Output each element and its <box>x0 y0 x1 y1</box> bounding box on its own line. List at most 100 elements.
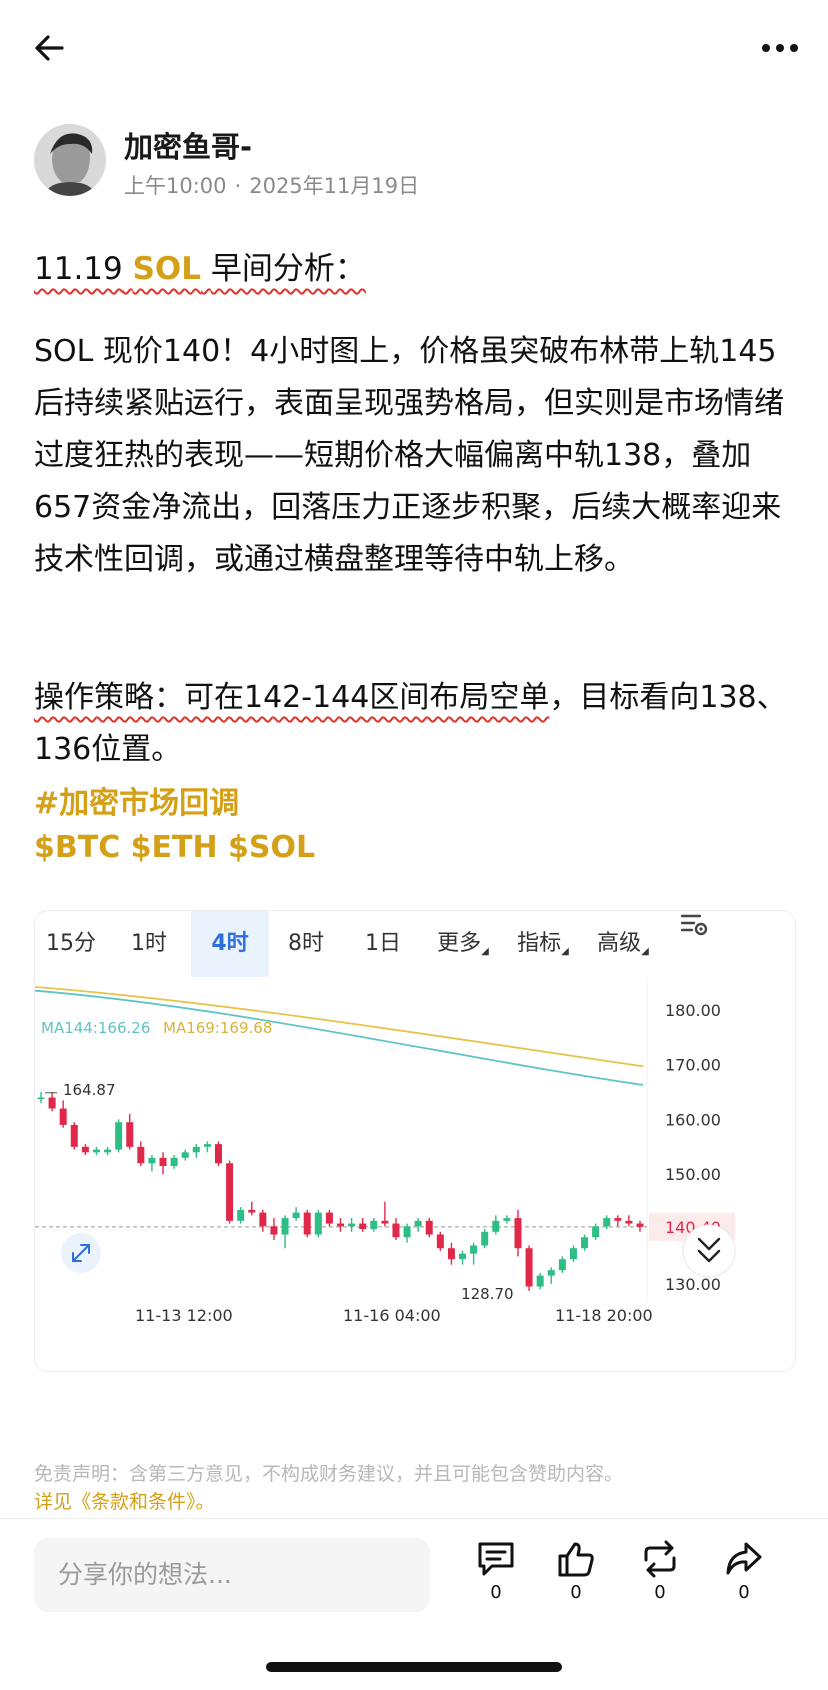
candle-body <box>392 1223 400 1238</box>
high-price-label: 164.87 <box>63 1081 116 1099</box>
post-title: 11.19 SOL 早间分析： <box>34 243 366 288</box>
candle-body <box>592 1226 600 1238</box>
candle-body <box>348 1223 356 1227</box>
candle-body <box>414 1220 422 1227</box>
thumbs-up-icon <box>558 1542 594 1577</box>
candle-body <box>459 1253 467 1260</box>
post-body: SOL 现价140！4小时图上，价格虽突破布林带上轨145后持续紧贴运行，表面呈… <box>34 334 784 577</box>
candle-body <box>337 1223 344 1227</box>
candle-body <box>159 1157 167 1167</box>
ma144-label: MA144:166.26 <box>41 1019 150 1037</box>
candle-body <box>569 1248 577 1260</box>
hashtag-link[interactable]: #加密市场回调 <box>34 778 239 822</box>
share-button[interactable]: 0 <box>714 1540 774 1603</box>
post-date: 2025年11月19日 <box>249 174 420 198</box>
candle-body <box>148 1157 156 1164</box>
candle-body <box>192 1146 200 1153</box>
author-name[interactable]: 加密鱼哥- <box>124 124 252 166</box>
comment-button[interactable]: 0 <box>466 1540 526 1603</box>
candle-body <box>237 1209 245 1221</box>
candle-body <box>447 1248 455 1260</box>
x-tick-label: 11-18 20:00 <box>555 1306 653 1325</box>
candle-body <box>325 1212 333 1224</box>
ma169-label: MA169:169.68 <box>163 1019 272 1037</box>
candle-body <box>558 1259 566 1271</box>
separator-dot: · <box>234 174 242 198</box>
candle-body <box>481 1231 489 1246</box>
candle-body <box>525 1248 533 1287</box>
share-count: 0 <box>738 1582 750 1603</box>
like-count: 0 <box>570 1582 582 1603</box>
disclaimer-text: 免责声明：含第三方意见，不构成财务建议，并且可能包含赞助内容。 <box>34 1463 624 1485</box>
candle-body <box>381 1220 389 1224</box>
candle-body <box>492 1220 500 1232</box>
home-indicator <box>266 1662 562 1672</box>
ma144-line <box>35 989 644 1086</box>
candle-body <box>436 1234 444 1249</box>
y-tick-label: 150.00 <box>665 1165 721 1184</box>
candle-body <box>81 1146 89 1153</box>
candle-body <box>314 1212 322 1235</box>
candle-body <box>214 1144 222 1164</box>
candle-body <box>59 1108 67 1125</box>
candle-body <box>514 1218 522 1249</box>
post-timestamp: 上午10:00 · 2025年11月19日 <box>124 170 419 200</box>
y-tick-label: 130.00 <box>665 1275 721 1294</box>
repost-count: 0 <box>654 1582 666 1603</box>
more-options-icon[interactable] <box>758 28 802 68</box>
strategy-underlined: 操作策略：可在142-144区间布局空单 <box>34 680 550 715</box>
candle-body <box>270 1226 278 1235</box>
candle-body <box>359 1223 367 1230</box>
candle-body <box>70 1124 78 1147</box>
x-tick-label: 11-16 04:00 <box>343 1306 441 1325</box>
disclaimer: 免责声明：含第三方意见，不构成财务建议，并且可能包含赞助内容。 详见《条款和条件》… <box>34 1460 804 1516</box>
title-suffix: 早间分析： <box>210 251 366 287</box>
x-tick-label: 11-13 12:00 <box>135 1306 233 1325</box>
candle-body <box>259 1212 267 1227</box>
share-icon <box>726 1542 762 1575</box>
candle-body <box>470 1245 478 1254</box>
candle-body <box>248 1209 256 1213</box>
candle-body <box>614 1218 622 1221</box>
candle-body <box>425 1220 433 1235</box>
candle-body <box>370 1220 378 1230</box>
terms-link[interactable]: 详见《条款和条件》。 <box>34 1491 215 1513</box>
candle-body <box>303 1212 311 1235</box>
candle-body <box>48 1097 56 1109</box>
post-time: 上午10:00 <box>124 174 227 198</box>
candle-body <box>547 1270 555 1276</box>
comment-icon <box>478 1542 514 1576</box>
avatar[interactable] <box>34 124 106 196</box>
post-title-underlined: 11.19 SOL 早间分析： <box>34 251 366 287</box>
title-date: 11.19 <box>34 251 123 287</box>
y-tick-label: 180.00 <box>665 1001 721 1020</box>
low-price-label: 128.70 <box>461 1285 514 1303</box>
candle-body <box>226 1163 234 1221</box>
candle-body <box>281 1218 289 1235</box>
ticker-links[interactable]: $BTC $ETH $SOL <box>34 830 315 865</box>
y-tick-label: 160.00 <box>665 1110 721 1129</box>
candle-body <box>115 1122 123 1150</box>
comment-count: 0 <box>490 1582 502 1603</box>
candle-body <box>403 1226 411 1238</box>
candle-body <box>170 1157 178 1167</box>
repost-button[interactable]: 0 <box>630 1540 690 1603</box>
candle-body <box>503 1218 511 1221</box>
back-arrow-icon[interactable] <box>30 28 70 68</box>
double-chevron-down-icon[interactable] <box>682 1224 736 1278</box>
title-coin: SOL <box>132 251 202 287</box>
candle-body <box>625 1220 633 1224</box>
candle-body <box>581 1237 589 1249</box>
candle-body <box>37 1097 45 1100</box>
comment-input[interactable]: 分享你的想法... <box>34 1538 430 1612</box>
like-button[interactable]: 0 <box>546 1540 606 1603</box>
candle-body <box>92 1149 100 1153</box>
post-strategy: 操作策略：可在142-144区间布局空单，目标看向138、136位置。 <box>34 672 804 776</box>
y-tick-label: 170.00 <box>665 1056 721 1075</box>
candle-body <box>181 1152 189 1158</box>
candlestick-chart[interactable]: MA144:166.26 MA169:169.68 180.00 170.00 160.… <box>35 911 795 1371</box>
price-chart-card[interactable]: 15分 1时 4时 8时 1日 更多◢ 指标◢ 高级◢ MA144:166.26… <box>34 910 796 1372</box>
candle-body <box>536 1275 544 1287</box>
candle-body <box>126 1122 134 1147</box>
candle-body <box>104 1149 112 1153</box>
